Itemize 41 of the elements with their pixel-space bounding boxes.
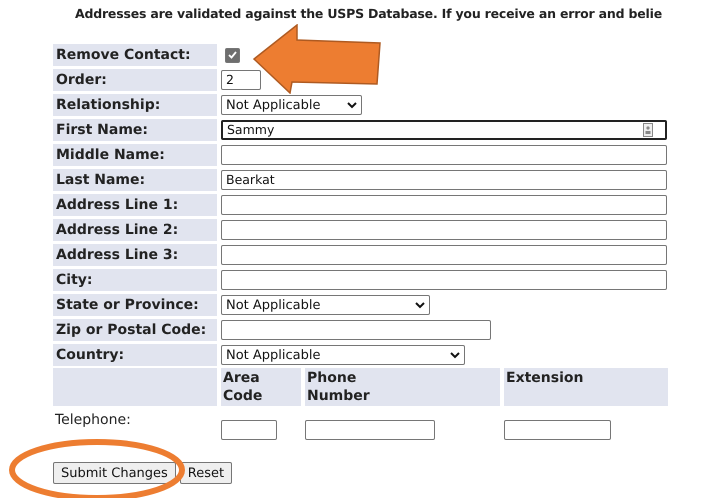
text-field[interactable]: [221, 270, 667, 290]
column-header: Extension: [504, 368, 668, 406]
caret-icon: [347, 102, 357, 108]
text-field[interactable]: [221, 195, 667, 215]
notice-text: Addresses are validated against the USPS Database. If you receive an error and belie: [74, 5, 663, 23]
field-label: Zip or Postal Code:: [53, 319, 217, 341]
field-label: City:: [53, 269, 217, 291]
extension-field[interactable]: [504, 420, 611, 440]
field-label: Remove Contact:: [53, 44, 217, 66]
text-field[interactable]: 2: [221, 70, 261, 90]
caret-icon: [450, 352, 460, 358]
field-label: Last Name:: [53, 169, 217, 191]
area-code-field[interactable]: [221, 420, 277, 440]
contact-card-icon: [643, 123, 653, 137]
text-field[interactable]: Bearkat: [221, 170, 667, 190]
remove-checkbox[interactable]: [225, 48, 240, 62]
field-label: Country:: [53, 344, 217, 366]
phone-number-field[interactable]: [305, 420, 435, 440]
field-label: Order:: [53, 69, 217, 91]
submit-button[interactable]: Submit Changes: [53, 462, 176, 484]
field-label: Address Line 1:: [53, 194, 217, 216]
dropdown[interactable]: Not Applicable: [221, 295, 430, 315]
caret-icon: [415, 302, 425, 308]
check-icon: [228, 51, 237, 59]
field-label: Relationship:: [53, 94, 217, 116]
column-header: Phone Number: [305, 368, 500, 406]
field-label: Address Line 3:: [53, 244, 217, 266]
column-header: Area Code: [221, 368, 301, 406]
field-label: Address Line 2:: [53, 219, 217, 241]
text-field[interactable]: [221, 145, 667, 165]
text-field[interactable]: [221, 320, 491, 340]
text-field[interactable]: [221, 245, 667, 265]
text-field[interactable]: [221, 220, 667, 240]
dropdown[interactable]: Not Applicable: [221, 95, 362, 115]
telephone-label: Telephone:: [54, 411, 132, 430]
text-field[interactable]: Sammy: [221, 120, 667, 140]
field-label: Middle Name:: [53, 144, 217, 166]
dropdown[interactable]: Not Applicable: [221, 345, 465, 365]
field-label: State or Province:: [53, 294, 217, 316]
reset-button[interactable]: Reset: [180, 462, 232, 484]
field-label: First Name:: [53, 119, 217, 141]
